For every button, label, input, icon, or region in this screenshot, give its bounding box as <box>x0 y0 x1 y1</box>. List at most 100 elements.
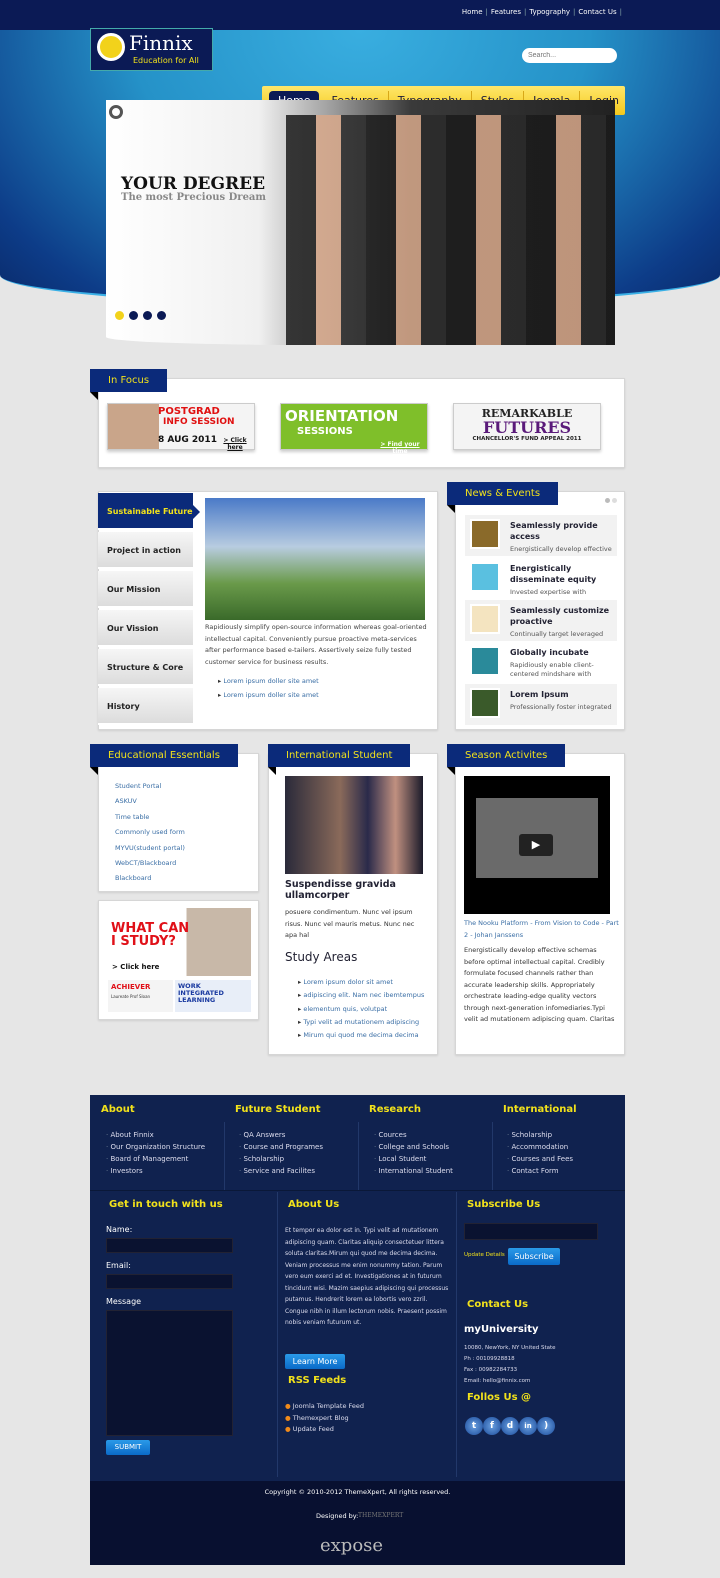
list-item[interactable]: ▸ Typi velit ad mutationem adipiscing <box>298 1016 424 1029</box>
footer-link[interactable]: Our Organization Structure <box>106 1141 205 1153</box>
tab-our-vission[interactable]: Our Vission <box>98 610 193 647</box>
rss-link[interactable]: Update Feed <box>293 1425 334 1433</box>
news-item-title[interactable]: Globally incubate <box>510 647 615 658</box>
ad-work-integrated[interactable]: WORK INTEGRATED LEARNING <box>175 980 251 1012</box>
footer-link[interactable]: International Student <box>374 1165 452 1177</box>
news-pager-dot[interactable] <box>612 498 617 503</box>
contact-email[interactable]: Email: hello@finnix.com <box>464 1376 556 1387</box>
footer-link[interactable]: Accommodation <box>507 1141 573 1153</box>
banner-postgrad[interactable]: POSTGRAD INFO SESSION 8 AUG 2011 > Click… <box>107 403 255 451</box>
banner-orientation[interactable]: ORIENTATION SESSIONS > Find your time <box>280 403 428 455</box>
footer-link[interactable]: Investors <box>106 1165 205 1177</box>
name-input[interactable] <box>106 1238 233 1253</box>
study-link[interactable]: Lorem ipsum dolor sit amet <box>303 978 393 986</box>
study-link[interactable]: adipiscing elit. Nam nec ibemtempus <box>303 991 424 999</box>
essential-link[interactable]: ASKUV <box>115 794 185 809</box>
essential-link[interactable]: Student Portal <box>115 779 185 794</box>
update-details-link[interactable]: Update Details <box>464 1252 505 1258</box>
footer-link[interactable]: QA Answers <box>239 1129 323 1141</box>
tab-link[interactable]: Lorem ipsum doller site amet <box>223 677 318 685</box>
essential-link[interactable]: Blackboard <box>115 871 185 886</box>
tab-link[interactable]: Lorem ipsum doller site amet <box>223 691 318 699</box>
slide-dot-4[interactable] <box>157 311 166 320</box>
rss-link[interactable]: Joomla Template Feed <box>293 1402 364 1410</box>
list-item[interactable]: ▸ adipiscing elit. Nam nec ibemtempus <box>298 989 424 1002</box>
list-item[interactable]: ▸ Lorem ipsum doller site amet <box>218 688 319 702</box>
slide-dot-3[interactable] <box>143 311 152 320</box>
rss-link[interactable]: Themexpert Blog <box>293 1414 349 1422</box>
list-item[interactable]: ● Update Feed <box>285 1424 364 1436</box>
delicious-icon[interactable]: d <box>501 1417 519 1435</box>
footer-link[interactable]: Course and Programes <box>239 1141 323 1153</box>
list-item[interactable]: ▸ elementum quis, volutpat <box>298 1003 424 1016</box>
banner-cta[interactable]: > Find your time <box>373 441 427 455</box>
ad-what-can-i-study[interactable]: WHAT CAN I STUDY? > Click here <box>108 908 251 976</box>
news-item[interactable]: Seamlessly provide access Energistically … <box>465 515 617 556</box>
contact-form-title: Get in touch with us <box>109 1199 223 1210</box>
message-textarea[interactable] <box>106 1310 233 1436</box>
video-player[interactable]: ▶ <box>464 776 610 914</box>
footer-link[interactable]: Service and Facilites <box>239 1165 323 1177</box>
footer-link[interactable]: College and Schools <box>374 1141 453 1153</box>
search-input[interactable] <box>522 48 617 63</box>
top-link-typography[interactable]: Typography <box>529 8 570 16</box>
top-link-contact[interactable]: Contact Us <box>578 8 616 16</box>
footer-link[interactable]: Board of Management <box>106 1153 205 1165</box>
study-link[interactable]: Mirum qui quod me decima decima <box>303 1031 418 1039</box>
study-link[interactable]: Typi velit ad mutationem adipiscing <box>303 1018 419 1026</box>
list-item[interactable]: ● Themexpert Blog <box>285 1413 364 1425</box>
tab-history[interactable]: History <box>98 688 193 725</box>
email-input[interactable] <box>106 1274 233 1289</box>
twitter-icon[interactable]: t <box>465 1417 483 1435</box>
tab-project-in-action[interactable]: Project in action <box>98 532 193 569</box>
essential-link[interactable]: Time table <box>115 810 185 825</box>
footer-link[interactable]: Contact Form <box>507 1165 573 1177</box>
news-item-title[interactable]: Seamlessly provide access <box>510 520 615 542</box>
footer-link[interactable]: Scholarship <box>239 1153 323 1165</box>
video-title-link[interactable]: The Nooku Platform - From Vision to Code… <box>464 917 619 941</box>
footer-link[interactable]: Cources <box>374 1129 453 1141</box>
list-item[interactable]: ▸ Mirum qui quod me decima decima <box>298 1029 424 1042</box>
logo[interactable]: Finnix Education for All <box>90 28 213 71</box>
study-link[interactable]: elementum quis, volutpat <box>303 1005 387 1013</box>
news-item[interactable]: Globally incubate Rapidiously enable clie… <box>465 642 617 683</box>
list-item[interactable]: ● Joomla Template Feed <box>285 1401 364 1413</box>
essential-link[interactable]: MYVU(student portal) <box>115 841 185 856</box>
news-pager-dot[interactable] <box>605 498 610 503</box>
banner-cta[interactable]: > Click here <box>216 437 254 451</box>
submit-button[interactable]: SUBMIT <box>106 1440 150 1455</box>
news-item-title[interactable]: Energistically disseminate equity <box>510 563 615 585</box>
news-item[interactable]: Lorem Ipsum Professionally foster integra… <box>465 684 617 725</box>
banner-futures[interactable]: REMARKABLE FUTURES CHANCELLOR'S FUND APP… <box>453 403 601 450</box>
news-item[interactable]: Energistically disseminate equity Investe… <box>465 558 617 599</box>
tab-sustainable-future[interactable]: Sustainable Future <box>98 493 193 530</box>
list-item[interactable]: ▸ Lorem ipsum dolor sit amet <box>298 976 424 989</box>
slide-dot-1[interactable] <box>115 311 124 320</box>
list-item[interactable]: ▸ Lorem ipsum doller site amet <box>218 674 319 688</box>
tab-our-mission[interactable]: Our Mission <box>98 571 193 608</box>
slide-dot-2[interactable] <box>129 311 138 320</box>
subscribe-button[interactable]: Subscribe <box>508 1248 560 1265</box>
tab-structure-core[interactable]: Structure & Core <box>98 649 193 686</box>
essential-link[interactable]: WebCT/Blackboard <box>115 856 185 871</box>
news-item-title[interactable]: Lorem Ipsum <box>510 689 615 700</box>
news-item-title[interactable]: Seamlessly customize proactive <box>510 605 615 627</box>
ad-cta[interactable]: > Click here <box>112 963 159 971</box>
top-link-home[interactable]: Home <box>462 8 483 16</box>
learn-more-button[interactable]: Learn More <box>285 1354 345 1369</box>
facebook-icon[interactable]: f <box>483 1417 501 1435</box>
themexpert-logo[interactable]: THEMEXPERT <box>358 1512 403 1519</box>
subscribe-input[interactable] <box>464 1223 598 1240</box>
footer-link[interactable]: Courses and Fees <box>507 1153 573 1165</box>
essential-link[interactable]: Commonly used form <box>115 825 185 840</box>
footer-link[interactable]: Scholarship <box>507 1129 573 1141</box>
news-item[interactable]: Seamlessly customize proactive Continuall… <box>465 600 617 641</box>
play-icon[interactable]: ▶ <box>519 834 553 856</box>
expose-logo[interactable]: expose <box>320 1535 383 1556</box>
footer-link[interactable]: About Finnix <box>106 1129 205 1141</box>
footer-link[interactable]: Local Student <box>374 1153 453 1165</box>
ad-achiever[interactable]: ACHIEVER Laureate Prof Sloan <box>108 980 173 1012</box>
rss-icon[interactable]: ) <box>537 1417 555 1435</box>
linkedin-icon[interactable]: in <box>519 1417 537 1435</box>
top-link-features[interactable]: Features <box>491 8 521 16</box>
